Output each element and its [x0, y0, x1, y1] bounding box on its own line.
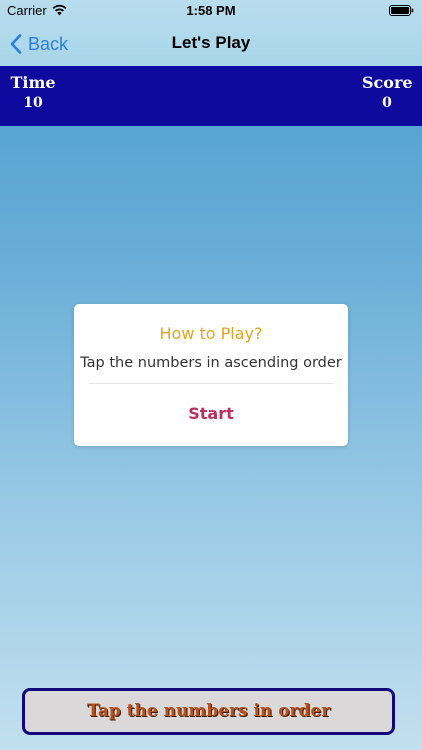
score-bar: Time 10 Score 0	[0, 66, 422, 126]
status-bar: Carrier 1:58 PM	[0, 0, 422, 22]
how-to-play-dialog: How to Play? Tap the numbers in ascendin…	[74, 304, 348, 446]
time-display: Time 10	[10, 73, 56, 111]
page-title: Let's Play	[171, 33, 251, 52]
score-display: Score 0	[362, 73, 413, 111]
navigation-bar: Back Let's Play	[0, 22, 422, 66]
battery-icon	[389, 5, 414, 16]
score-label: Score	[362, 73, 413, 92]
status-time: 1:58 PM	[186, 3, 236, 18]
start-button[interactable]: Start	[74, 404, 348, 423]
instruction-banner: Tap the numbers in order	[22, 688, 395, 735]
time-value: 10	[23, 95, 43, 111]
dialog-title: How to Play?	[159, 324, 263, 343]
score-value: 0	[382, 95, 392, 111]
time-label: Time	[10, 73, 56, 92]
dialog-divider	[89, 383, 333, 384]
dialog-message: Tap the numbers in ascending order	[80, 355, 342, 371]
